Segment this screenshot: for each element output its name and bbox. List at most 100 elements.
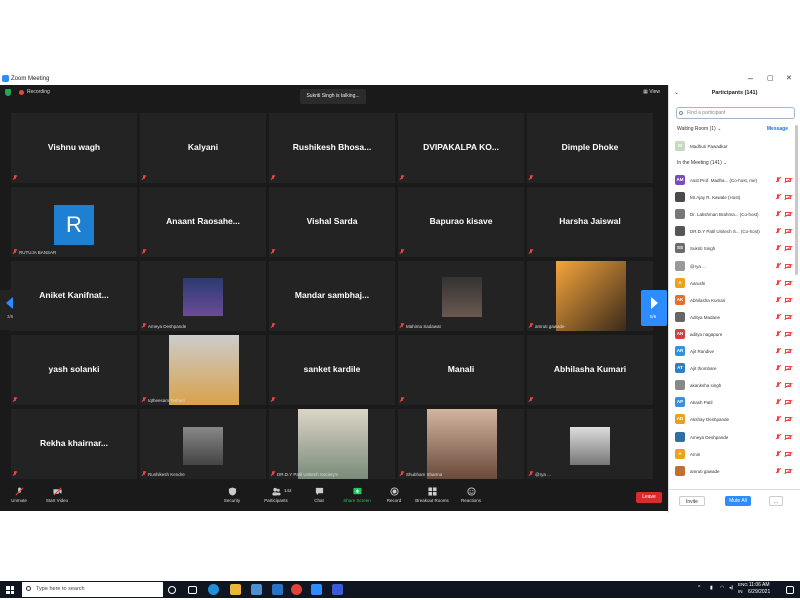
- video-feed: [183, 427, 223, 465]
- video-tile[interactable]: yash solanki: [11, 335, 137, 405]
- participant-row[interactable]: amruti gawade: [675, 465, 793, 478]
- participant-row[interactable]: A Amin: [675, 448, 793, 461]
- participant-row[interactable]: A Aarushi: [675, 277, 793, 290]
- waiting-room-message-button[interactable]: Message: [767, 126, 788, 132]
- video-tile[interactable]: R RUTUJA BANSAR: [11, 187, 137, 257]
- avatar: [675, 226, 685, 237]
- windows-start-icon[interactable]: [6, 586, 14, 594]
- video-tile[interactable]: DVIPAKALPA KO...: [398, 113, 524, 183]
- maximize-button[interactable]: ▢: [767, 74, 774, 82]
- participant-row[interactable]: SS Sukriti Singh: [675, 243, 793, 255]
- taskbar-search-input[interactable]: Type here to search: [22, 582, 163, 597]
- video-tile[interactable]: Aniket Kanifnat...: [11, 261, 137, 331]
- battery-icon[interactable]: ▮: [710, 585, 713, 591]
- tray-chevron-up-icon[interactable]: ^: [698, 585, 700, 591]
- panel-scrollbar[interactable]: [795, 125, 798, 275]
- invite-button[interactable]: Invite: [679, 496, 705, 506]
- window-title: Zoom Meeting: [11, 76, 50, 82]
- chat-button[interactable]: Chat: [310, 487, 328, 503]
- waiting-participant-row[interactable]: M Madhuri Pawadkar: [675, 141, 793, 153]
- participant-row[interactable]: Aditya Madane: [675, 311, 793, 324]
- start-video-button[interactable]: Start Video: [42, 487, 72, 503]
- video-tile[interactable]: Anaant Raosahe...: [140, 187, 266, 257]
- participant-row[interactable]: Dr. Lakshman Brahma... (Co-host): [675, 209, 793, 221]
- participant-row[interactable]: DR.D.Y Patil Unitech S... (Co-host): [675, 226, 793, 238]
- participant-name: Aarushi: [690, 280, 706, 286]
- video-tile[interactable]: Ameya Deshpande: [140, 261, 266, 331]
- video-tile[interactable]: Vishnu wagh: [11, 113, 137, 183]
- video-tile[interactable]: Rekha khairnar...: [11, 409, 137, 479]
- participant-row[interactable]: @rya ...: [675, 260, 793, 273]
- video-tile[interactable]: Mandar sambhaj...: [269, 261, 395, 331]
- shield-icon: [228, 487, 236, 496]
- microphone-muted-icon: [776, 399, 781, 405]
- mail-icon[interactable]: [272, 584, 283, 595]
- zoom-taskbar-icon[interactable]: [311, 584, 322, 595]
- edge-browser-icon[interactable]: [208, 584, 219, 595]
- cortana-icon[interactable]: [168, 586, 176, 594]
- participant-row[interactable]: AD Akshay Deshpande: [675, 414, 793, 426]
- participant-row[interactable]: AN aditya nagapure: [675, 328, 793, 341]
- participant-row[interactable]: akanksha singh: [675, 380, 793, 392]
- video-tile[interactable]: Mahima Sadawat: [398, 261, 524, 331]
- more-options-button[interactable]: ...: [769, 496, 783, 506]
- security-shield-icon[interactable]: [5, 89, 11, 96]
- video-tile[interactable]: Dimple Dhoke: [527, 113, 653, 183]
- participant-search-input[interactable]: Find a participant: [676, 107, 795, 119]
- file-explorer-icon[interactable]: [230, 584, 241, 595]
- close-button[interactable]: ✕: [786, 74, 792, 82]
- volume-icon[interactable]: ◂): [729, 585, 733, 591]
- video-tile[interactable]: sanket kardile: [269, 335, 395, 405]
- video-tile[interactable]: Manali: [398, 335, 524, 405]
- chrome-icon[interactable]: [291, 584, 302, 595]
- participant-row[interactable]: Mr.Ajay R. Kawale (Host): [675, 192, 793, 204]
- security-button[interactable]: Security: [220, 487, 244, 503]
- notifications-icon[interactable]: [786, 586, 794, 594]
- video-tile[interactable]: @rya ...: [527, 409, 653, 479]
- share-screen-button[interactable]: Share Screen: [340, 487, 374, 503]
- participant-row[interactable]: Ameya Deshpande: [675, 431, 793, 444]
- wifi-icon[interactable]: ◠: [720, 585, 724, 591]
- record-button[interactable]: Record: [384, 487, 404, 503]
- participant-row[interactable]: AR Ajit Randive: [675, 346, 793, 358]
- participant-row[interactable]: AK Abhilasha Kumari: [675, 294, 793, 307]
- taskbar-clock[interactable]: 11:06 AM 6/29/2021: [748, 582, 770, 595]
- task-view-icon[interactable]: [188, 586, 197, 594]
- prev-page-button[interactable]: 3/6: [0, 290, 20, 330]
- video-tile[interactable]: Kalyani: [140, 113, 266, 183]
- in-meeting-header[interactable]: In the Meeting (141) ⌄: [677, 160, 727, 166]
- reactions-button[interactable]: Reactions: [458, 487, 484, 503]
- video-tile[interactable]: Rushikesh Bhosa...: [269, 113, 395, 183]
- breakout-rooms-button[interactable]: Breakout Rooms: [412, 487, 452, 503]
- microphone-muted-icon: [400, 175, 404, 180]
- video-tile[interactable]: Rushikesh Kendre: [140, 409, 266, 479]
- word-icon[interactable]: [332, 584, 343, 595]
- video-tile[interactable]: Shubham Sharma: [398, 409, 524, 479]
- video-tile[interactable]: Iqtheesam Taribeti: [140, 335, 266, 405]
- waiting-room-header[interactable]: Waiting Room (1) ⌄: [677, 126, 721, 132]
- leave-button[interactable]: Leave: [636, 492, 662, 503]
- video-tile[interactable]: amruti gawade: [527, 261, 653, 331]
- view-button[interactable]: ▦ View: [643, 89, 660, 95]
- participant-row[interactable]: AT Ajit thombare: [675, 363, 793, 375]
- input-language[interactable]: ENG IN: [738, 582, 748, 595]
- mute-all-button[interactable]: Mute All: [725, 496, 751, 506]
- video-tile[interactable]: Bapurao kisave: [398, 187, 524, 257]
- avatar: [675, 260, 685, 271]
- unmute-button[interactable]: Unmute: [8, 487, 30, 503]
- video-tile[interactable]: DR.D.Y Patil Unitech Society's: [269, 409, 395, 479]
- participant-row[interactable]: AP Akash Patil: [675, 397, 793, 409]
- next-page-button[interactable]: 5/6: [641, 290, 667, 326]
- video-off-icon: [785, 349, 791, 353]
- microphone-muted-icon: [776, 330, 781, 337]
- participant-row[interactable]: AM Asst.Prof. Madha... (Co-host, me): [675, 175, 793, 187]
- minimize-button[interactable]: –: [748, 73, 753, 83]
- participant-name: Anaant Raosahe...: [166, 216, 240, 226]
- video-tile[interactable]: Vishal Sarda: [269, 187, 395, 257]
- store-icon[interactable]: [251, 584, 262, 595]
- video-tile[interactable]: Harsha Jaiswal: [527, 187, 653, 257]
- video-tile[interactable]: Abhilasha Kumari: [527, 335, 653, 405]
- meeting-topbar: Recording Sukriti Singh is talking... ▦ …: [0, 85, 668, 104]
- microphone-muted-icon: [400, 249, 404, 254]
- search-icon: [26, 586, 31, 591]
